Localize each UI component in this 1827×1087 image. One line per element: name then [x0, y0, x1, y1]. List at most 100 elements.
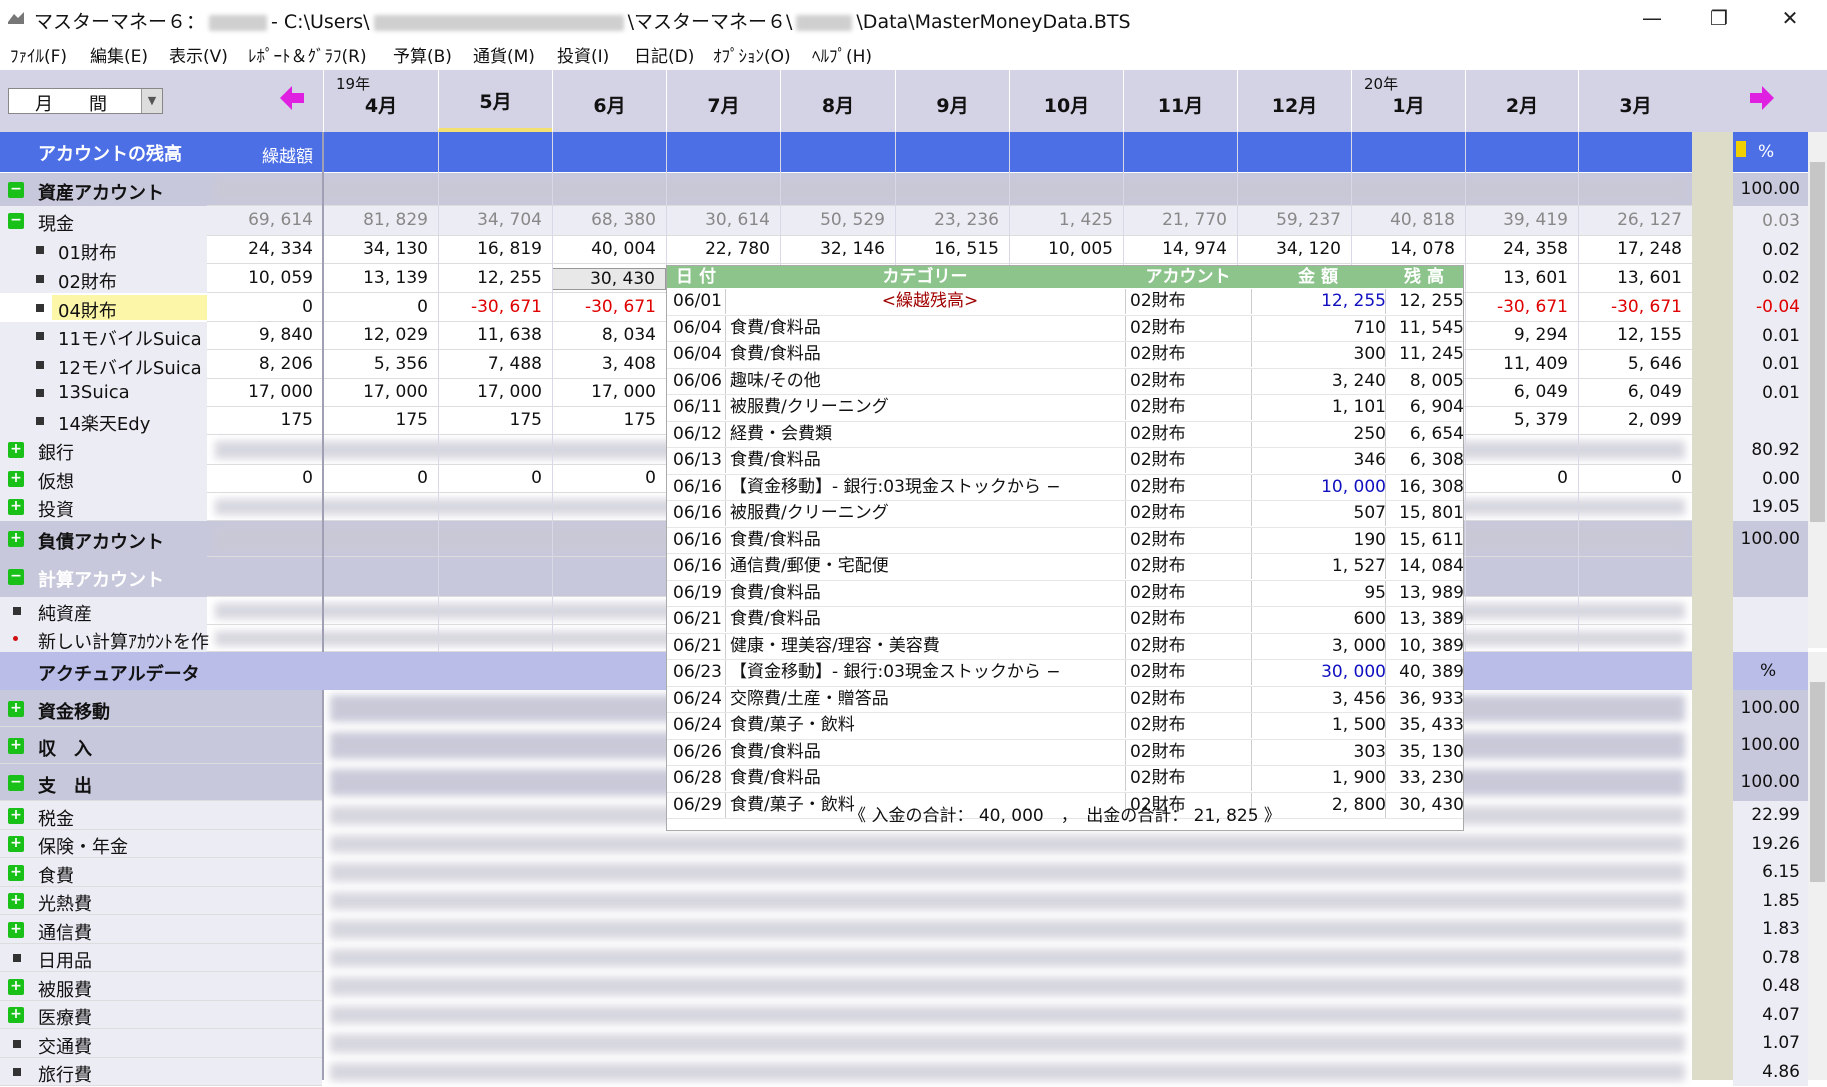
month-value[interactable]: 17, 000	[552, 382, 666, 402]
collapse-icon[interactable]: −	[8, 774, 24, 791]
month-value[interactable]: 0	[438, 468, 552, 488]
minimize-button[interactable]: —	[1622, 0, 1682, 36]
expand-icon[interactable]: +	[8, 531, 24, 547]
month-value[interactable]: 12, 155	[1578, 325, 1692, 345]
month-header-12[interactable]: 3月	[1578, 70, 1692, 132]
expand-icon[interactable]: +	[8, 864, 24, 881]
expand-icon[interactable]: +	[8, 471, 24, 487]
expand-icon[interactable]: +	[8, 1007, 24, 1023]
month-value[interactable]: 175	[438, 410, 552, 430]
menu-help[interactable]: ﾍﾙﾌﾟ(H)	[812, 42, 872, 67]
month-value[interactable]: 12, 255	[438, 268, 552, 288]
month-value[interactable]: 17, 000	[438, 382, 552, 402]
month-value[interactable]: 23, 236	[895, 210, 1009, 230]
menu-option[interactable]: ｵﾌﾟｼｮﾝ(O)	[713, 42, 791, 67]
month-value[interactable]: 13, 601	[1465, 268, 1578, 288]
month-header-8[interactable]: 11月	[1123, 70, 1237, 132]
month-value[interactable]: 0	[1465, 468, 1578, 488]
expand-icon[interactable]: +	[8, 921, 24, 938]
month-value[interactable]: 21, 770	[1123, 210, 1237, 230]
chevron-down-icon[interactable]: ▼	[141, 89, 162, 113]
month-value[interactable]: 22, 780	[666, 239, 780, 259]
menu-edit[interactable]: 編集(E)	[90, 42, 148, 67]
expand-icon[interactable]: +	[8, 807, 24, 824]
popup-row[interactable]: 06/04 食費/食料品 02財布 300 11, 245	[667, 342, 1464, 369]
popup-row[interactable]: 06/01 <繰越残高> 02財布 12, 255 12, 255	[667, 289, 1464, 316]
month-value[interactable]: 17, 248	[1578, 239, 1692, 259]
popup-row[interactable]: 06/12 経費・会費類 02財布 250 6, 654	[667, 421, 1464, 448]
month-header-10[interactable]: 20年 1月	[1351, 70, 1465, 132]
month-value[interactable]: 7, 488	[438, 354, 552, 374]
month-value[interactable]: 16, 819	[438, 239, 552, 259]
month-header-9[interactable]: 12月	[1237, 70, 1351, 132]
month-header-1[interactable]: 19年 4月	[323, 70, 438, 132]
month-value[interactable]: 3, 408	[552, 354, 666, 374]
month-value[interactable]: 2, 099	[1578, 410, 1692, 430]
month-value[interactable]: 16, 515	[895, 239, 1009, 259]
month-value[interactable]: 68, 380	[552, 210, 666, 230]
month-value[interactable]: 0	[552, 468, 666, 488]
month-header-3[interactable]: 6月	[552, 70, 666, 132]
prev-period-arrow-icon[interactable]	[278, 83, 306, 120]
upper-scrollbar[interactable]	[1808, 132, 1827, 648]
month-value[interactable]: 50, 529	[780, 210, 895, 230]
month-value[interactable]: 5, 356	[323, 354, 438, 374]
popup-row[interactable]: 06/16 食費/食料品 02財布 190 15, 611	[667, 527, 1464, 554]
popup-row[interactable]: 06/16 被服費/クリーニング 02財布 507 15, 801	[667, 501, 1464, 528]
lower-scrollbar[interactable]	[1808, 652, 1827, 1080]
month-value[interactable]: 34, 120	[1237, 239, 1351, 259]
month-value[interactable]: 9, 294	[1465, 325, 1578, 345]
month-value[interactable]: -30, 671	[1578, 297, 1692, 317]
popup-row[interactable]: 06/16 【資金移動】- 銀行:03現金ストックから −02財布 10, 000 1…	[667, 474, 1464, 501]
month-value[interactable]: 17, 000	[323, 382, 438, 402]
month-value[interactable]: 13, 139	[323, 268, 438, 288]
popup-row[interactable]: 06/21 健康・理美容/理容・美容費 02財布 3, 000 10, 389	[667, 633, 1464, 660]
month-value[interactable]: 6, 049	[1465, 382, 1578, 402]
month-value[interactable]: 175	[552, 410, 666, 430]
menu-diary[interactable]: 日記(D)	[634, 42, 694, 67]
month-value[interactable]: 0	[1578, 468, 1692, 488]
month-value[interactable]: 12, 029	[323, 325, 438, 345]
popup-row[interactable]: 06/04 食費/食料品 02財布 710 11, 545	[667, 315, 1464, 342]
month-value[interactable]: 13, 601	[1578, 268, 1692, 288]
month-value[interactable]: 34, 130	[323, 239, 438, 259]
menu-invest[interactable]: 投資(I)	[557, 42, 609, 67]
month-value[interactable]: 5, 646	[1578, 354, 1692, 374]
month-value[interactable]: 10, 005	[1009, 239, 1123, 259]
expand-icon[interactable]: +	[8, 700, 24, 717]
popup-row[interactable]: 06/24 食費/菓子・飲料 02財布 1, 500 35, 433	[667, 713, 1464, 740]
month-header-6[interactable]: 9月	[895, 70, 1009, 132]
menu-currency[interactable]: 通貨(M)	[473, 42, 535, 67]
expand-icon[interactable]: +	[8, 836, 24, 852]
month-value[interactable]: 30, 614	[666, 210, 780, 230]
popup-row[interactable]: 06/28 食費/食料品 02財布 1, 900 33, 230	[667, 766, 1464, 793]
expand-icon[interactable]: +	[8, 893, 24, 909]
maximize-button[interactable]: ❐	[1689, 0, 1749, 36]
month-value[interactable]: 39, 419	[1465, 210, 1578, 230]
month-value[interactable]: 30, 430	[552, 267, 666, 290]
popup-row[interactable]: 06/16 通信費/郵便・宅配便 02財布 1, 527 14, 084	[667, 554, 1464, 581]
expand-icon[interactable]: +	[8, 978, 24, 995]
popup-row[interactable]: 06/23 【資金移動】- 銀行:03現金ストックから −02財布 30, 000 4…	[667, 660, 1464, 687]
collapse-icon[interactable]: −	[8, 181, 24, 198]
month-value[interactable]: 32, 146	[780, 239, 895, 259]
month-header-11[interactable]: 2月	[1465, 70, 1578, 132]
month-value[interactable]: 11, 638	[438, 325, 552, 345]
month-value[interactable]: 6, 049	[1578, 382, 1692, 402]
lower-scroll-thumb[interactable]	[1810, 682, 1825, 882]
month-value[interactable]: -30, 671	[438, 297, 552, 317]
month-value[interactable]: 24, 358	[1465, 239, 1578, 259]
expand-icon[interactable]: +	[8, 737, 24, 754]
month-value[interactable]: 14, 078	[1351, 239, 1465, 259]
period-select[interactable]: 月 間 ▼	[8, 88, 163, 115]
month-value[interactable]: -30, 671	[552, 297, 666, 317]
popup-row[interactable]: 06/21 食費/食料品 02財布 600 13, 389	[667, 607, 1464, 634]
month-value[interactable]: 81, 829	[323, 210, 438, 230]
month-value[interactable]: 175	[323, 410, 438, 430]
collapse-icon[interactable]: −	[8, 213, 24, 229]
menu-view[interactable]: 表示(V)	[169, 42, 228, 67]
popup-row[interactable]: 06/11 被服費/クリーニング 02財布 1, 101 6, 904	[667, 395, 1464, 422]
popup-row[interactable]: 06/19 食費/食料品 02財布 95 13, 989	[667, 580, 1464, 607]
month-value[interactable]: 40, 818	[1351, 210, 1465, 230]
expand-icon[interactable]: +	[8, 499, 24, 515]
